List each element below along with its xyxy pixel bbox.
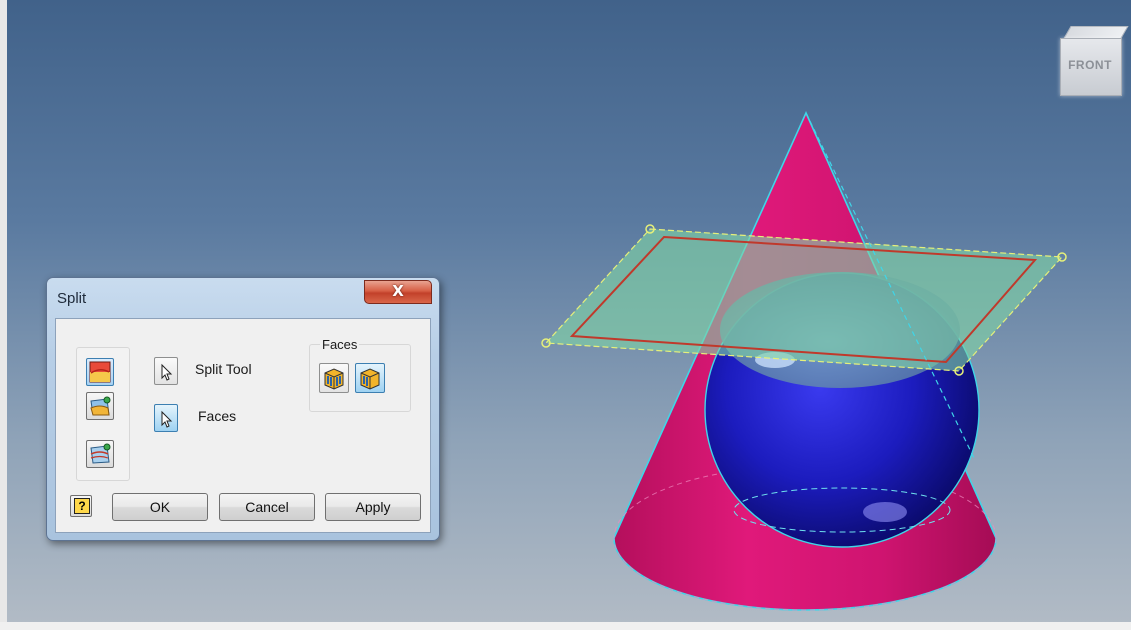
- faces-all-button[interactable]: [319, 363, 349, 393]
- faces-group: Faces: [309, 337, 411, 412]
- apply-button[interactable]: Apply: [325, 493, 421, 521]
- dialog-client: Split Tool Faces Faces ? OK Cancel Apply: [55, 318, 431, 533]
- faces-select-icon: [360, 368, 380, 390]
- split-part-button[interactable]: [86, 358, 114, 386]
- close-button[interactable]: X: [364, 280, 432, 304]
- viewcube[interactable]: FRONT: [1058, 26, 1129, 96]
- cursor-arrow-icon: [161, 410, 173, 428]
- ok-button[interactable]: OK: [112, 493, 208, 521]
- faces-selector[interactable]: [154, 404, 178, 432]
- split-tool-selector[interactable]: [154, 357, 178, 385]
- viewcube-label: FRONT: [1068, 58, 1112, 72]
- cancel-button[interactable]: Cancel: [219, 493, 315, 521]
- cursor-arrow-icon: [161, 363, 173, 381]
- sphere-highlight: [863, 502, 907, 522]
- trim-solid-button[interactable]: [86, 440, 114, 468]
- split-method-group: [76, 347, 130, 481]
- faces-all-icon: [324, 368, 344, 390]
- work-plane[interactable]: [544, 228, 1064, 372]
- window-frame-bottom: [0, 622, 1131, 630]
- trim-solid-icon: [90, 443, 111, 464]
- split-face-icon: [90, 396, 111, 416]
- dialog-title: Split: [57, 290, 87, 307]
- help-button[interactable]: ?: [70, 495, 92, 517]
- split-tool-label: Split Tool: [195, 361, 252, 377]
- faces-group-title: Faces: [320, 337, 360, 352]
- split-dialog: Split X Split Tool Faces Faces ? OK Canc…: [46, 277, 440, 541]
- help-icon: ?: [74, 498, 90, 514]
- split-face-button[interactable]: [86, 392, 114, 420]
- split-part-icon: [89, 361, 111, 383]
- faces-selector-label: Faces: [198, 408, 237, 424]
- close-icon: X: [392, 282, 404, 300]
- faces-select-button[interactable]: [355, 363, 385, 393]
